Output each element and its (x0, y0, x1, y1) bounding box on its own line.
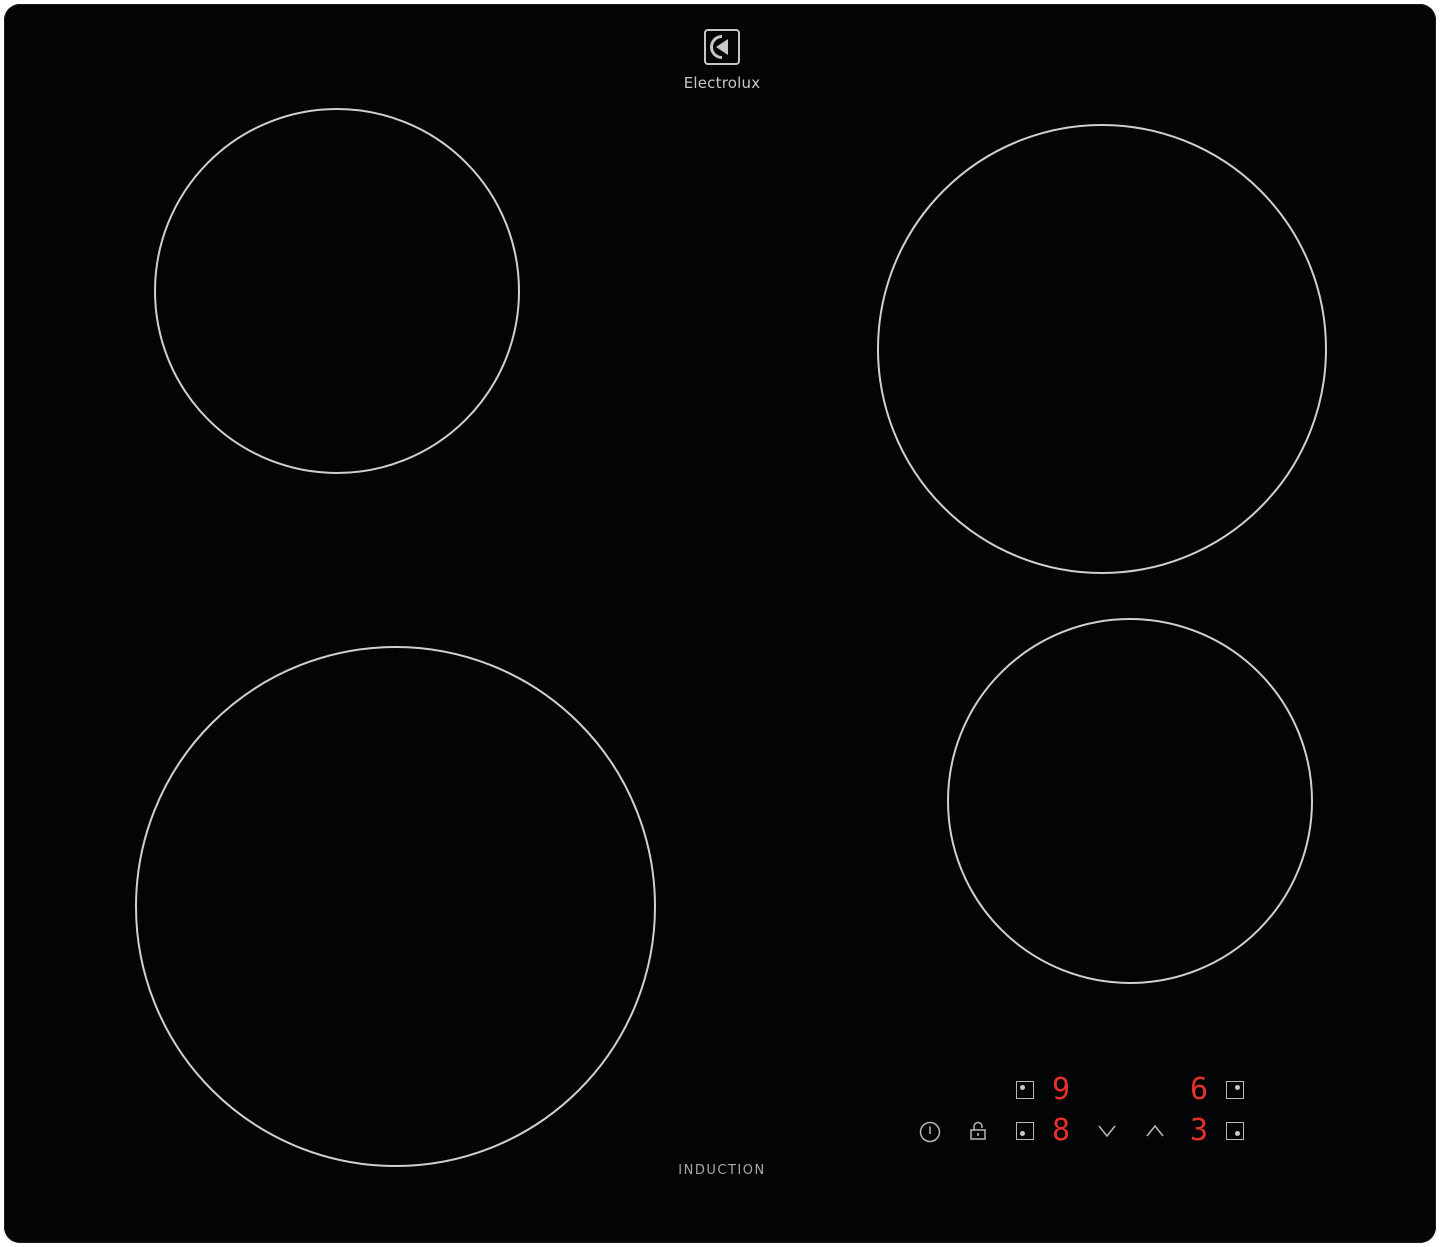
cooking-zone-back-left[interactable] (154, 108, 520, 474)
chevron-up-icon[interactable] (1145, 1124, 1165, 1138)
electrolux-logo-icon (704, 29, 740, 65)
brand-name: Electrolux (683, 74, 761, 92)
power-level-display-back-right: 6 (1189, 1072, 1209, 1107)
zone-indicator-icon (1235, 1131, 1240, 1136)
zone-indicator-icon (1020, 1085, 1025, 1090)
power-level-display-front-left: 8 (1051, 1113, 1071, 1148)
lock-icon[interactable] (969, 1120, 987, 1142)
induction-hob: Electrolux INDUCTION 9 6 8 3 (4, 4, 1436, 1243)
chevron-down-icon[interactable] (1097, 1124, 1117, 1138)
power-level-display-front-right: 3 (1189, 1113, 1209, 1148)
zone-select-back-left-button[interactable] (1016, 1081, 1034, 1099)
power-level-display-back-left: 9 (1051, 1072, 1071, 1107)
zone-select-front-left-button[interactable] (1016, 1122, 1034, 1140)
induction-label: INDUCTION (678, 1163, 766, 1178)
cooking-zone-front-left[interactable] (135, 646, 656, 1167)
cooking-zone-back-right[interactable] (877, 124, 1327, 574)
zone-indicator-icon (1020, 1131, 1025, 1136)
zone-indicator-icon (1235, 1085, 1240, 1090)
zone-select-front-right-button[interactable] (1226, 1122, 1244, 1140)
cooking-zone-front-right[interactable] (947, 618, 1313, 984)
zone-select-back-right-button[interactable] (1226, 1081, 1244, 1099)
power-icon[interactable] (919, 1121, 941, 1143)
